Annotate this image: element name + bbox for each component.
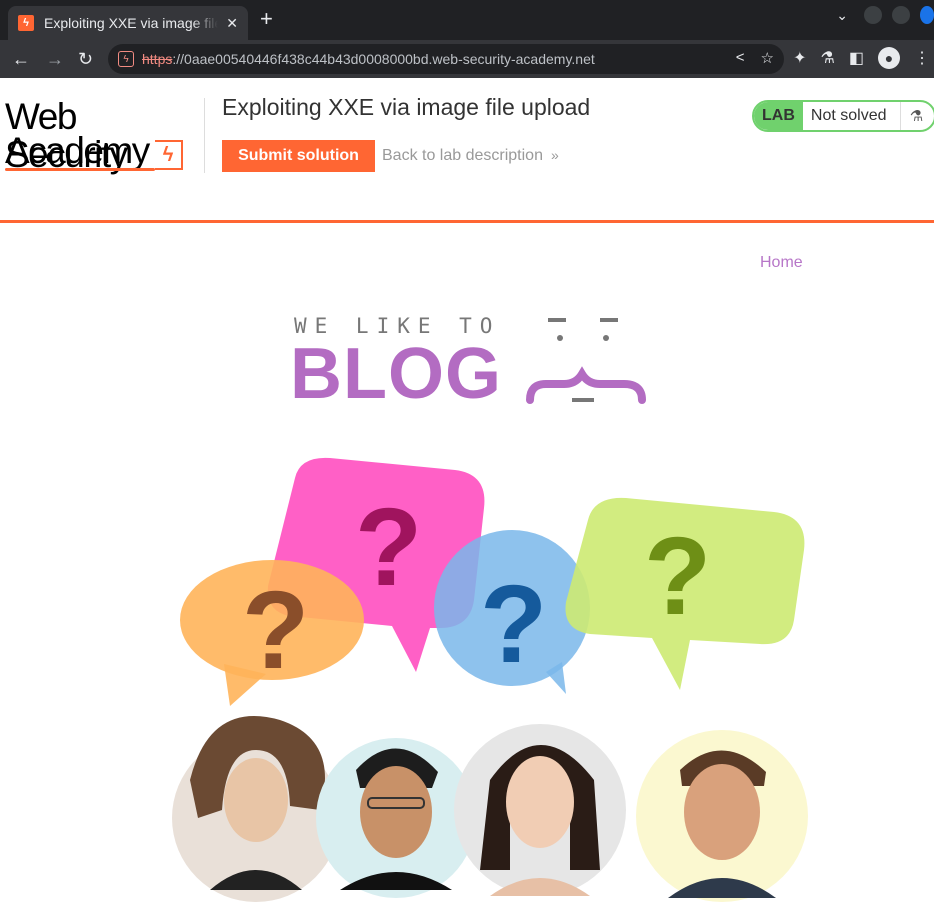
lab-title: Exploiting XXE via image file upload	[222, 94, 591, 120]
flask-icon: ⚗	[909, 108, 924, 125]
maximize-button[interactable]	[892, 6, 910, 24]
blog-hero-illustration: ? ? ? ?	[172, 457, 808, 902]
avatar-man-1	[316, 738, 476, 898]
curly-brace-face-icon	[526, 318, 646, 404]
double-chevron-right-icon: »	[550, 147, 559, 163]
lab-status-text: Not solved	[803, 102, 902, 130]
orange-question-mark-icon: ?	[242, 569, 309, 692]
close-window-button[interactable]	[920, 6, 934, 24]
avatar-woman-1	[172, 716, 340, 902]
blue-question-mark-icon: ?	[480, 563, 547, 686]
reload-icon[interactable]: ↻	[78, 47, 93, 71]
window-controls: ⌄	[836, 6, 934, 24]
banner-word: BLOG	[290, 334, 502, 414]
extensions-puzzle-icon[interactable]: ✦	[793, 48, 806, 68]
submit-solution-button[interactable]: Submit solution	[222, 140, 375, 172]
tab-search-chevron-icon[interactable]: ⌄	[836, 7, 848, 24]
home-link[interactable]: Home	[760, 254, 803, 272]
side-panel-icon[interactable]: ◧	[849, 48, 864, 68]
academy-favicon-icon: ϟ	[18, 15, 34, 31]
avatar-man-2	[636, 730, 808, 902]
new-tab-button[interactable]: +	[260, 7, 273, 31]
browser-tab[interactable]: ϟ Exploiting XXE via image file upload ✕	[8, 6, 248, 40]
labs-flask-icon[interactable]: ⚗	[821, 48, 835, 68]
menu-kebab-icon[interactable]: ⋮	[914, 48, 930, 68]
back-arrow-icon[interactable]: ←	[12, 47, 30, 71]
browser-tab-bar: ϟ Exploiting XXE via image file upload ✕…	[0, 0, 934, 40]
minimize-button[interactable]	[864, 6, 882, 24]
extension-icons: ✦ ⚗ ◧ ● ⋮	[793, 47, 930, 69]
url-text: ://0aae00540446f438c44b43d0008000bd.web-…	[172, 51, 595, 67]
address-bar[interactable]: ϟ https ://0aae00540446f438c44b43d000800…	[108, 44, 784, 74]
logo-line2: Academy	[5, 130, 150, 171]
forward-arrow-icon[interactable]: →	[46, 47, 64, 71]
share-icon[interactable]: <	[736, 49, 745, 67]
orange-question-bubble: ?	[180, 560, 364, 706]
lab-status-tag: LAB	[754, 102, 803, 130]
bookmark-star-icon[interactable]: ☆	[761, 49, 774, 67]
logo-underline	[5, 168, 155, 171]
profile-avatar-icon[interactable]: ●	[878, 47, 900, 69]
not-secure-icon[interactable]: ϟ	[118, 51, 134, 67]
lightning-bolt-icon: ϟ	[155, 140, 183, 170]
close-tab-icon[interactable]: ✕	[226, 15, 238, 32]
green-question-mark-icon: ?	[644, 515, 711, 638]
green-question-bubble: ?	[565, 497, 805, 690]
url-scheme: https	[142, 51, 173, 67]
pink-question-mark-icon: ?	[355, 486, 422, 609]
academy-header: Web Security Academy ϟ Exploiting XXE vi…	[0, 78, 934, 223]
browser-toolbar: ← → ↻ ϟ https ://0aae00540446f438c44b43d…	[0, 40, 934, 78]
blog-banner-logo: WE LIKE TO BLOG	[290, 312, 650, 412]
web-security-academy-logo[interactable]: Web Security Academy ϟ	[5, 98, 205, 174]
avatar-woman-2	[454, 724, 626, 896]
lab-status-widget: LAB Not solved ⚗	[752, 100, 934, 132]
back-link-label: Back to lab description	[382, 147, 543, 164]
back-to-lab-description-link[interactable]: Back to lab description »	[382, 147, 559, 165]
tab-title: Exploiting XXE via image file upload	[44, 15, 218, 31]
